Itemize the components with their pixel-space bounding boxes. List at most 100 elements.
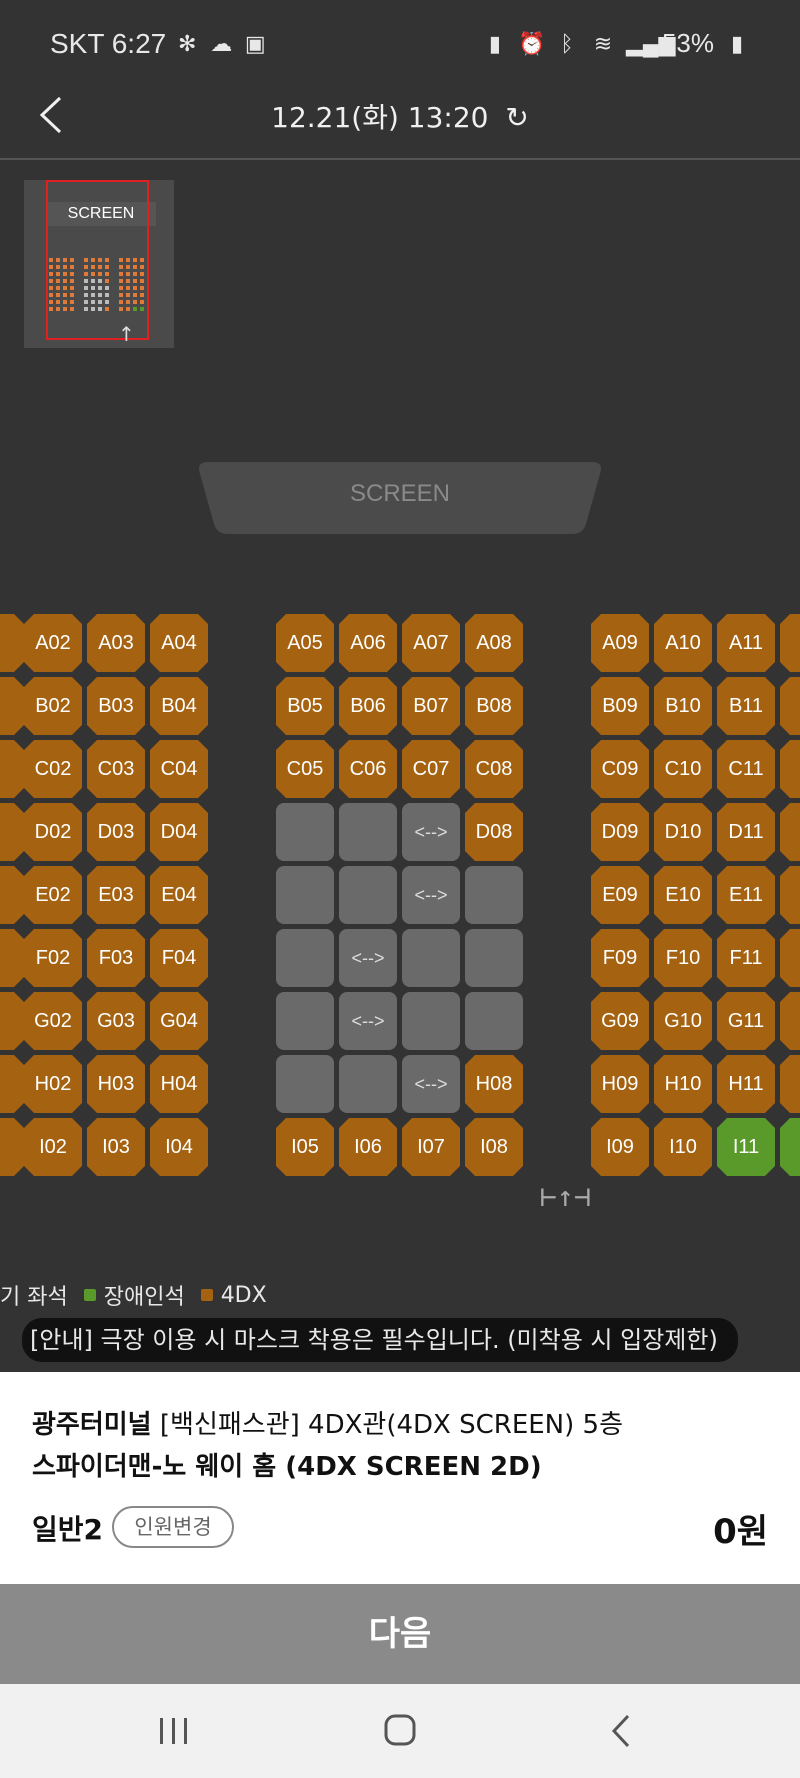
seat[interactable]: I04: [150, 1118, 208, 1176]
seat[interactable]: 1: [0, 929, 24, 987]
seat[interactable]: F: [780, 929, 800, 987]
seat[interactable]: E04: [150, 866, 208, 924]
seat[interactable]: E11: [717, 866, 775, 924]
seat[interactable]: E: [780, 866, 800, 924]
seat[interactable]: H11: [717, 1055, 775, 1113]
seat[interactable]: I09: [591, 1118, 649, 1176]
seat[interactable]: E02: [24, 866, 82, 924]
seat[interactable]: C11: [717, 740, 775, 798]
seat[interactable]: G09: [591, 992, 649, 1050]
seat[interactable]: H02: [24, 1055, 82, 1113]
seat[interactable]: 1: [0, 614, 24, 672]
seat[interactable]: F03: [87, 929, 145, 987]
seat[interactable]: A08: [465, 614, 523, 672]
seat[interactable]: B02: [24, 677, 82, 735]
change-persons-button[interactable]: 인원변경: [112, 1506, 234, 1548]
seat[interactable]: 1: [0, 677, 24, 735]
seat[interactable]: B03: [87, 677, 145, 735]
seat[interactable]: F02: [24, 929, 82, 987]
seat[interactable]: B11: [717, 677, 775, 735]
seat[interactable]: D04: [150, 803, 208, 861]
seat[interactable]: I10: [654, 1118, 712, 1176]
seat[interactable]: C: [780, 740, 800, 798]
seat[interactable]: D11: [717, 803, 775, 861]
seat[interactable]: C07: [402, 740, 460, 798]
seat[interactable]: I07: [402, 1118, 460, 1176]
next-button[interactable]: 다음: [0, 1584, 800, 1684]
seat[interactable]: I02: [24, 1118, 82, 1176]
seat[interactable]: B04: [150, 677, 208, 735]
seat[interactable]: H10: [654, 1055, 712, 1113]
seat[interactable]: F04: [150, 929, 208, 987]
seat[interactable]: C08: [465, 740, 523, 798]
seat[interactable]: A05: [276, 614, 334, 672]
seat[interactable]: H08: [465, 1055, 523, 1113]
seat[interactable]: D08: [465, 803, 523, 861]
seat[interactable]: G03: [87, 992, 145, 1050]
refresh-icon[interactable]: ↻: [505, 101, 528, 134]
seat[interactable]: B: [780, 677, 800, 735]
seat[interactable]: C09: [591, 740, 649, 798]
seat[interactable]: A02: [24, 614, 82, 672]
seat[interactable]: C05: [276, 740, 334, 798]
seat[interactable]: A06: [339, 614, 397, 672]
seat[interactable]: H04: [150, 1055, 208, 1113]
seat[interactable]: A07: [402, 614, 460, 672]
seat[interactable]: B05: [276, 677, 334, 735]
seat[interactable]: D: [780, 803, 800, 861]
seat[interactable]: E09: [591, 866, 649, 924]
seat[interactable]: 1: [0, 992, 24, 1050]
seat[interactable]: H09: [591, 1055, 649, 1113]
seat[interactable]: A04: [150, 614, 208, 672]
seat[interactable]: I: [780, 1118, 800, 1176]
seat[interactable]: B07: [402, 677, 460, 735]
seat[interactable]: D03: [87, 803, 145, 861]
seat[interactable]: C06: [339, 740, 397, 798]
seat[interactable]: G11: [717, 992, 775, 1050]
seat[interactable]: B08: [465, 677, 523, 735]
seat[interactable]: F09: [591, 929, 649, 987]
seat[interactable]: E10: [654, 866, 712, 924]
seat[interactable]: D10: [654, 803, 712, 861]
seat[interactable]: 1: [0, 1055, 24, 1113]
seat[interactable]: D09: [591, 803, 649, 861]
minimap-block-center: [84, 258, 109, 311]
seat[interactable]: I08: [465, 1118, 523, 1176]
seat[interactable]: I06: [339, 1118, 397, 1176]
seat[interactable]: B10: [654, 677, 712, 735]
seat[interactable]: B09: [591, 677, 649, 735]
seat-minimap[interactable]: SCREEN ↑: [24, 180, 174, 348]
seat[interactable]: C04: [150, 740, 208, 798]
seat[interactable]: A03: [87, 614, 145, 672]
seat[interactable]: G10: [654, 992, 712, 1050]
seat[interactable]: B06: [339, 677, 397, 735]
seat[interactable]: 1: [0, 866, 24, 924]
seat[interactable]: 1: [0, 740, 24, 798]
seat[interactable]: F10: [654, 929, 712, 987]
seat-unavailable: [276, 866, 334, 924]
recent-apps-button[interactable]: [144, 1708, 204, 1754]
seat[interactable]: E03: [87, 866, 145, 924]
seat-partial[interactable]: [0, 1118, 24, 1176]
seat[interactable]: G04: [150, 992, 208, 1050]
seat[interactable]: C10: [654, 740, 712, 798]
seat[interactable]: A11: [717, 614, 775, 672]
seat[interactable]: A10: [654, 614, 712, 672]
seat[interactable]: G: [780, 992, 800, 1050]
seat[interactable]: I03: [87, 1118, 145, 1176]
seat[interactable]: D02: [24, 803, 82, 861]
seat[interactable]: C02: [24, 740, 82, 798]
legend-item-4dx: 4DX: [200, 1283, 267, 1308]
seat[interactable]: H: [780, 1055, 800, 1113]
seat[interactable]: A: [780, 614, 800, 672]
seat[interactable]: H03: [87, 1055, 145, 1113]
seat[interactable]: C03: [87, 740, 145, 798]
seat[interactable]: G02: [24, 992, 82, 1050]
back-nav-button[interactable]: [592, 1708, 652, 1754]
seat[interactable]: F11: [717, 929, 775, 987]
seat[interactable]: I11: [717, 1118, 775, 1176]
home-button[interactable]: [370, 1708, 430, 1754]
seat[interactable]: A09: [591, 614, 649, 672]
seat[interactable]: I05: [276, 1118, 334, 1176]
seat[interactable]: 1: [0, 803, 24, 861]
